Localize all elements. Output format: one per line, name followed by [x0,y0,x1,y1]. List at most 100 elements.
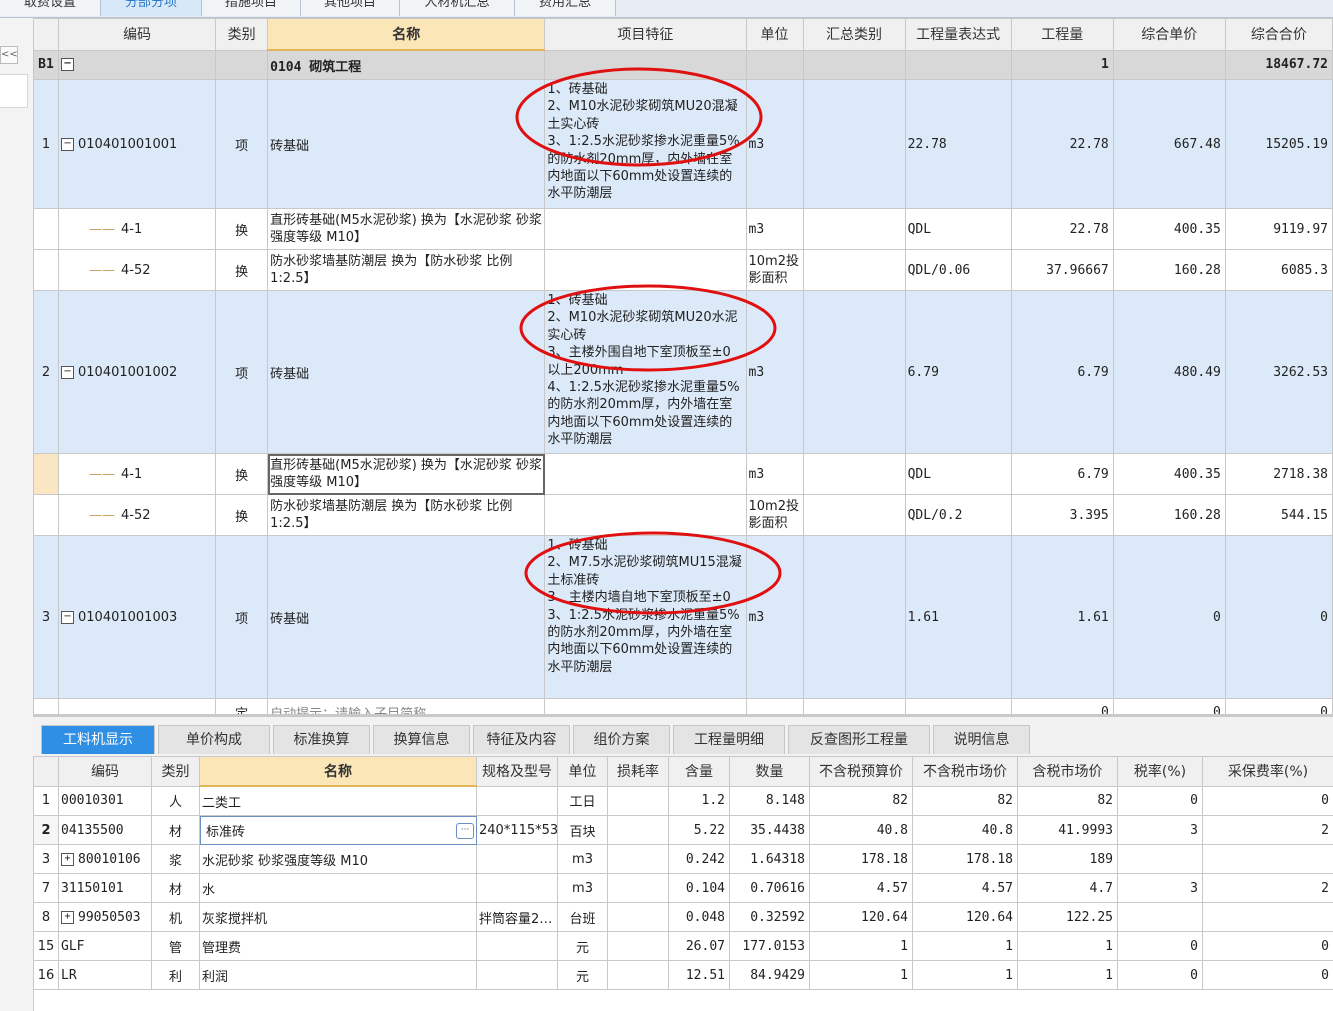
loss-rate-cell[interactable] [607,785,669,816]
total-price-cell[interactable]: 544.15 [1224,494,1333,536]
code-cell[interactable]: GLF [58,931,152,961]
quantity-cell[interactable]: 177.0153 [729,931,810,961]
purchase-fee-rate-cell[interactable] [1202,844,1333,874]
unit-cell[interactable]: m3 [745,453,804,495]
tax-market-price-cell[interactable]: 122.25 [1017,902,1118,932]
spec-cell[interactable] [476,931,558,961]
tab-other-items[interactable]: 其他项目 [301,0,400,16]
content-cell[interactable]: 0.048 [668,902,730,932]
total-price-cell[interactable]: 2718.38 [1224,453,1333,495]
tab-quantity-detail[interactable]: 工程量明细 [673,725,785,754]
tax-market-price-cell[interactable]: 41.9993 [1017,815,1118,845]
type-cell[interactable]: 人 [151,785,200,816]
quantity-cell[interactable]: 37.96667 [1010,249,1114,291]
unit-cell[interactable]: 台班 [557,902,608,932]
code-cell[interactable]: +80010106 [58,844,152,874]
code-cell[interactable]: +99050503 [58,902,152,932]
quantity-cell[interactable]: 1 [1010,49,1114,80]
header-quantity[interactable]: 工程量 [1010,18,1114,51]
type-cell[interactable]: 浆 [151,844,200,874]
tax-market-price-cell[interactable]: 1 [1017,931,1118,961]
purchase-fee-rate-cell[interactable]: 0 [1202,785,1333,816]
spec-cell[interactable] [476,960,558,990]
spec-cell[interactable]: 240*115*53 [476,815,558,845]
header-summary-type[interactable]: 汇总类别 [802,18,906,51]
total-price-cell[interactable]: 18467.72 [1224,49,1333,80]
unit-cell[interactable]: 元 [557,960,608,990]
total-price-cell[interactable]: 6085.3 [1224,249,1333,291]
header-expression[interactable]: 工程量表达式 [904,18,1012,51]
header-content[interactable]: 含量 [668,756,730,787]
unit-price-cell[interactable]: 400.35 [1112,453,1226,495]
feature-cell[interactable] [544,208,747,250]
feature-cell[interactable]: 1、砖基础 2、M10水泥砂浆砌筑MU20水泥实心砖 3、主楼外围自地下室顶板至… [544,290,747,454]
resource-row[interactable]: 15 GLF 管管理费元 26.07 177.0153 1 1 1 0 0 [33,931,1333,961]
expression-cell[interactable]: QDL [904,453,1012,495]
expression-cell[interactable]: QDL [904,208,1012,250]
type-cell[interactable]: 机 [151,902,200,932]
spec-cell[interactable] [476,785,558,816]
resource-row[interactable]: 8 +99050503 机灰浆搅拌机 拌筒容量2… 台班 0.048 0.32592 120.… [33,902,1333,932]
tab-pricing-scheme[interactable]: 组价方案 [573,725,670,754]
tax-rate-cell[interactable] [1117,902,1203,932]
quantity-cell[interactable]: 3.395 [1010,494,1114,536]
unit-cell[interactable]: m3 [745,290,804,454]
header-total-price[interactable]: 综合合价 [1224,18,1333,51]
content-cell[interactable]: 1.2 [668,785,730,816]
spec-cell[interactable]: 拌筒容量2… [476,902,558,932]
code-cell[interactable]: −010401001002 [58,290,217,454]
market-price-cell[interactable]: 40.8 [912,815,1018,845]
table-row[interactable]: —— 4-1 换 直形砖基础(M5水泥砂浆) 换为【水泥砂浆 砂浆强度等级 M10… [32,208,1333,250]
tab-features-content[interactable]: 特征及内容 [473,725,570,754]
tax-rate-cell[interactable]: 0 [1117,960,1203,990]
table-row[interactable]: —— 4-1 换 直形砖基础(M5水泥砂浆) 换为【水泥砂浆 砂浆强度等级 M10… [32,453,1333,495]
name-cell[interactable]: ··· 标准砖 [199,815,477,845]
table-row[interactable]: —— 4-52 换 防水砂浆墙基防潮层 换为【防水砂浆 比例 1:2.5】 10m… [32,494,1333,536]
tab-conversion-info[interactable]: 换算信息 [373,725,470,754]
unit-cell[interactable]: m3 [557,873,608,903]
spec-cell[interactable] [476,873,558,903]
code-cell[interactable]: LR [58,960,152,990]
resource-row[interactable]: 1 00010301 人二类工 工日 1.2 8.148 82 82 82 0 0 [33,785,1333,816]
header-budget-price[interactable]: 不含税预算价 [809,756,913,787]
more-options-icon[interactable]: ··· [456,822,474,839]
summary-type-cell[interactable] [802,494,906,536]
table-row[interactable]: —— 4-52 换 防水砂浆墙基防潮层 换为【防水砂浆 比例 1:2.5】 10m… [32,249,1333,291]
budget-price-cell[interactable]: 120.64 [809,902,913,932]
name-cell[interactable]: 灰浆搅拌机 [199,902,477,932]
quantity-cell[interactable]: 1.64318 [729,844,810,874]
name-cell[interactable]: 0104 砌筑工程 [267,49,546,80]
expand-tree-icon[interactable]: + [61,852,74,866]
header-unit[interactable]: 单位 [745,18,804,51]
header-unit-price[interactable]: 综合单价 [1112,18,1226,51]
tax-market-price-cell[interactable]: 4.7 [1017,873,1118,903]
summary-type-cell[interactable] [802,290,906,454]
type-cell[interactable]: 材 [151,873,200,903]
tab-reverse-graphic-quantity[interactable]: 反查图形工程量 [788,725,930,754]
summary-type-cell[interactable] [802,535,906,699]
unit-price-cell[interactable]: 667.48 [1112,79,1226,209]
unit-price-cell[interactable]: 0 [1112,535,1226,699]
header-name[interactable]: 名称 [267,18,546,51]
header-name[interactable]: 名称 [199,756,477,787]
market-price-cell[interactable]: 1 [912,960,1018,990]
header-loss-rate[interactable]: 损耗率 [607,756,669,787]
unit-cell[interactable]: m3 [745,208,804,250]
content-cell[interactable]: 5.22 [668,815,730,845]
purchase-fee-rate-cell[interactable] [1202,902,1333,932]
name-cell[interactable]: 管理费 [199,931,477,961]
type-cell[interactable]: 材 [151,815,200,845]
header-type[interactable]: 类别 [215,18,269,51]
summary-type-cell[interactable] [802,49,906,80]
market-price-cell[interactable]: 82 [912,785,1018,816]
tax-market-price-cell[interactable]: 1 [1017,960,1118,990]
tab-sections[interactable]: 分部分项 [101,0,202,16]
summary-type-cell[interactable] [802,79,906,209]
expand-tree-icon[interactable]: + [61,910,74,924]
collapse-icon[interactable]: << [0,46,18,64]
name-cell[interactable]: 直形砖基础(M5水泥砂浆) 换为【水泥砂浆 砂浆强度等级 M10】 [267,208,546,250]
type-cell[interactable]: 项 [215,79,269,209]
content-cell[interactable]: 12.51 [668,960,730,990]
name-cell[interactable]: 防水砂浆墙基防潮层 换为【防水砂浆 比例 1:2.5】 [267,249,546,291]
unit-cell[interactable]: 工日 [557,785,608,816]
